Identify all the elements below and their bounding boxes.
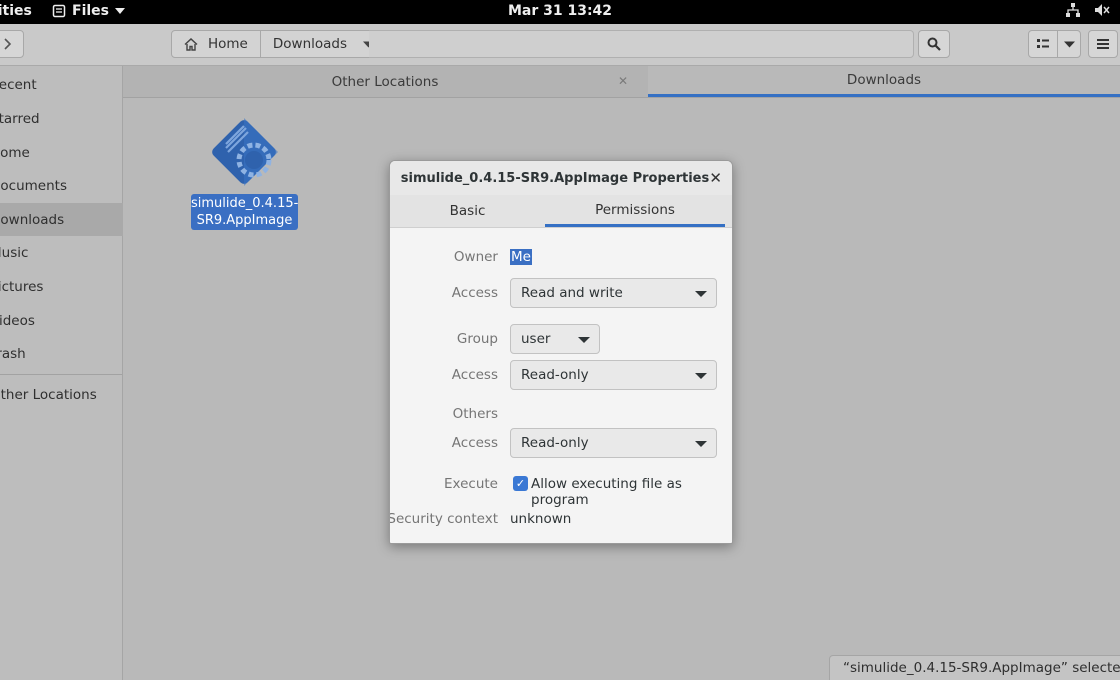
execute-label: Execute (444, 476, 498, 492)
header-bar: Home Downloads (0, 24, 1120, 66)
group-dropdown[interactable]: user (510, 324, 600, 354)
sidebar-item-downloads[interactable]: Downloads (0, 203, 123, 236)
view-toggle-button[interactable] (1028, 30, 1058, 58)
sidebar-item-label: Other Locations (0, 386, 97, 403)
sidebar-item-label: Documents (0, 177, 67, 194)
sidebar-item-recent[interactable]: Recent (0, 68, 119, 101)
sidebar-item-music[interactable]: Music (0, 236, 119, 269)
breadcrumb-downloads-label: Downloads (272, 36, 348, 52)
status-bar: “simulide_0.4.15-SR9.AppImage” selected … (829, 655, 1120, 680)
sidebar-item-label: Trash (0, 345, 26, 362)
owner-access-dropdown[interactable]: Read and write (510, 278, 717, 308)
breadcrumb-downloads[interactable]: Downloads (259, 31, 386, 57)
dialog-title: simulide_0.4.15-SR9.AppImage Properties (390, 161, 732, 195)
sidebar-item-label: Music (0, 244, 29, 261)
appimage-gear-icon (212, 118, 278, 186)
others-access-label: Access (451, 435, 498, 451)
sidebar-item-home[interactable]: Home (0, 136, 119, 169)
sidebar: Recent Starred Home Documents Downloads … (0, 66, 123, 680)
tab-label: Basic (449, 203, 486, 219)
sidebar-item-trash[interactable]: Trash (0, 337, 119, 370)
chevron-down-icon (695, 441, 707, 447)
list-view-icon (1037, 39, 1049, 48)
sidebar-item-label: Home (0, 144, 30, 161)
group-access-label: Access (451, 367, 498, 383)
sidebar-item-label: Videos (0, 312, 35, 329)
properties-dialog: simulide_0.4.15-SR9.AppImage Properties … (389, 160, 733, 544)
chevron-down-icon (695, 291, 707, 297)
breadcrumb-home[interactable]: Home (172, 31, 260, 57)
file-name-line: SR9.AppImage (196, 213, 293, 228)
close-icon[interactable]: ✕ (709, 169, 722, 187)
tab-label: Other Locations (331, 73, 439, 90)
chevron-right-icon (4, 38, 12, 50)
owner-label: Owner (453, 249, 498, 265)
dialog-tab-bar: Basic Permissions (390, 195, 732, 228)
execute-checkbox[interactable]: ✓ (513, 476, 528, 491)
chevron-down-icon (1063, 41, 1075, 47)
owner-access-label: Access (451, 285, 498, 301)
owner-access-value: Read and write (521, 285, 623, 301)
tab-label: Downloads (846, 72, 922, 88)
execute-checkbox-label[interactable]: Allow executing file as program (531, 476, 732, 508)
group-label: Group (456, 331, 498, 347)
security-context-label: Security context (389, 511, 498, 527)
file-name-line: simulide_0.4.15- (191, 196, 299, 211)
sidebar-item-starred[interactable]: Starred (0, 102, 119, 135)
tab-permissions[interactable]: Permissions (545, 195, 725, 227)
security-context-value: unknown (510, 511, 572, 527)
breadcrumb: Home Downloads (171, 30, 388, 58)
others-label: Others (452, 406, 498, 422)
chevron-down-icon (695, 373, 707, 379)
network-icon (1066, 3, 1080, 17)
close-icon[interactable]: ✕ (618, 74, 628, 88)
others-access-value: Read-only (521, 435, 589, 451)
sidebar-item-videos[interactable]: Videos (0, 304, 119, 337)
menu-button[interactable] (1088, 30, 1118, 58)
sidebar-divider (0, 374, 122, 375)
top-bar: Activities Files Mar 31 13:42 (0, 0, 1120, 24)
file-name-label: simulide_0.4.15- SR9.AppImage (191, 194, 298, 230)
group-access-value: Read-only (521, 367, 589, 383)
sidebar-item-label: Recent (0, 76, 37, 93)
volume-muted-icon (1095, 4, 1110, 16)
chevron-down-icon (578, 337, 590, 343)
group-value: user (521, 331, 551, 347)
tab-other-locations[interactable]: Other Locations (123, 66, 647, 97)
tab-downloads[interactable]: Downloads (648, 66, 1120, 97)
owner-value[interactable]: Me (510, 249, 532, 265)
breadcrumb-home-label: Home (208, 36, 248, 52)
view-options-button[interactable] (1057, 30, 1081, 58)
sidebar-item-other-locations[interactable]: Other Locations (0, 378, 119, 411)
forward-button[interactable] (0, 30, 24, 58)
others-access-dropdown[interactable]: Read-only (510, 428, 717, 458)
clock[interactable]: Mar 31 13:42 (0, 3, 1120, 19)
home-icon (184, 37, 198, 51)
hamburger-menu-icon (1097, 39, 1109, 49)
search-button[interactable] (918, 30, 950, 58)
location-bar-space[interactable] (369, 30, 914, 58)
tab-label: Permissions (595, 201, 675, 218)
sidebar-item-documents[interactable]: Documents (0, 169, 119, 202)
tab-basic[interactable]: Basic (390, 195, 545, 227)
sidebar-item-label: Pictures (0, 278, 44, 295)
sidebar-item-label: Starred (0, 110, 40, 127)
group-access-dropdown[interactable]: Read-only (510, 360, 717, 390)
system-tray[interactable] (1066, 2, 1110, 18)
sidebar-item-pictures[interactable]: Pictures (0, 270, 119, 303)
tab-bar: Other Locations ✕ Downloads (123, 66, 1120, 98)
search-icon (927, 37, 941, 51)
sidebar-item-label: Downloads (0, 211, 65, 228)
